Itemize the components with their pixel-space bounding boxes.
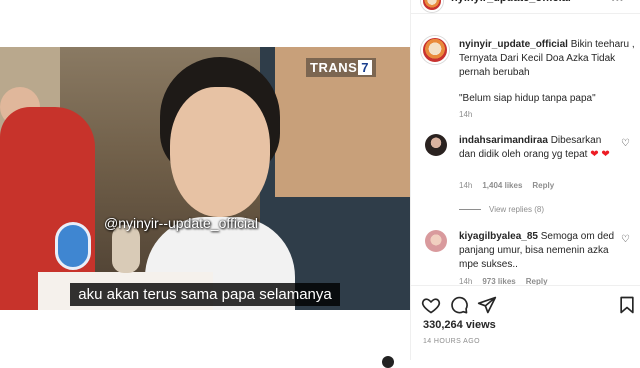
comments-panel: nyinyir_update_official ••• nyinyir_upda… [410, 0, 640, 360]
comment-body: indahsarimandiraa Dibesarkan dan didik o… [459, 134, 619, 162]
like-comment-heart-icon[interactable]: ♡ [621, 138, 630, 149]
video-subtitle: aku akan terus sama papa selamanya [0, 283, 410, 306]
video-player[interactable] [0, 47, 410, 310]
caption-username[interactable]: nyinyir_update_official [459, 39, 568, 50]
comment-time[interactable]: 14h [459, 181, 472, 190]
red-heart-emoji-icon: ❤ [590, 149, 599, 160]
channel-logo: TRANS 7 [306, 58, 377, 77]
comment-username[interactable]: indahsarimandiraa [459, 135, 548, 146]
comment-meta: 14h 1,404 likes Reply [459, 181, 554, 190]
video-subtitle-text: aku akan terus sama papa selamanya [70, 283, 340, 306]
view-count[interactable]: 330,264 views [423, 319, 496, 331]
video-scene-doll [112, 225, 140, 273]
video-watermark: @nyinyir--update_official [104, 215, 259, 231]
caption-body: nyinyir_update_official Bikin teeharu , … [459, 38, 639, 106]
media-panel: TRANS 7 @nyinyir--update_official aku aka… [0, 0, 410, 368]
comment-likes[interactable]: 1,404 likes [482, 181, 522, 190]
heart-icon[interactable] [421, 295, 441, 315]
like-comment-heart-icon[interactable]: ♡ [621, 234, 630, 245]
video-scene-candle [55, 222, 91, 270]
comment-body: kiyagilbyalea_85 Semoga om ded panjang u… [459, 230, 619, 272]
channel-logo-text: TRANS [310, 60, 358, 75]
comment-username[interactable]: kiyagilbyalea_85 [459, 231, 538, 242]
red-heart-emoji-icon: ❤ [601, 149, 610, 160]
action-icons [421, 295, 636, 317]
instagram-post-view: TRANS 7 @nyinyir--update_official aku aka… [0, 0, 640, 368]
caption-avatar[interactable] [421, 36, 449, 64]
video-scene-child-face [170, 87, 270, 217]
more-options-icon[interactable]: ••• [611, 0, 624, 6]
view-replies-line [459, 209, 481, 210]
comment-bubble-icon[interactable] [449, 295, 469, 315]
view-replies-link[interactable]: View replies (8) [459, 205, 544, 214]
channel-logo-number: 7 [358, 60, 373, 75]
caption-quote: "Belum siap hidup tanpa papa" [459, 93, 596, 104]
paper-plane-icon[interactable] [477, 295, 497, 315]
carousel-dot [382, 356, 394, 368]
comment-reply-button[interactable]: Reply [532, 181, 554, 190]
comment-avatar[interactable] [425, 134, 447, 156]
caption-time[interactable]: 14h [459, 110, 472, 119]
header-avatar[interactable] [421, 0, 443, 12]
post-header: nyinyir_update_official ••• [411, 0, 640, 14]
comment-avatar[interactable] [425, 230, 447, 252]
post-actions: 330,264 views 14 HOURS AGO [411, 285, 640, 360]
view-replies-label[interactable]: View replies (8) [489, 205, 544, 214]
header-account-name[interactable]: nyinyir_update_official [451, 0, 571, 4]
posted-time[interactable]: 14 HOURS AGO [423, 338, 480, 345]
bookmark-icon[interactable] [617, 295, 637, 315]
